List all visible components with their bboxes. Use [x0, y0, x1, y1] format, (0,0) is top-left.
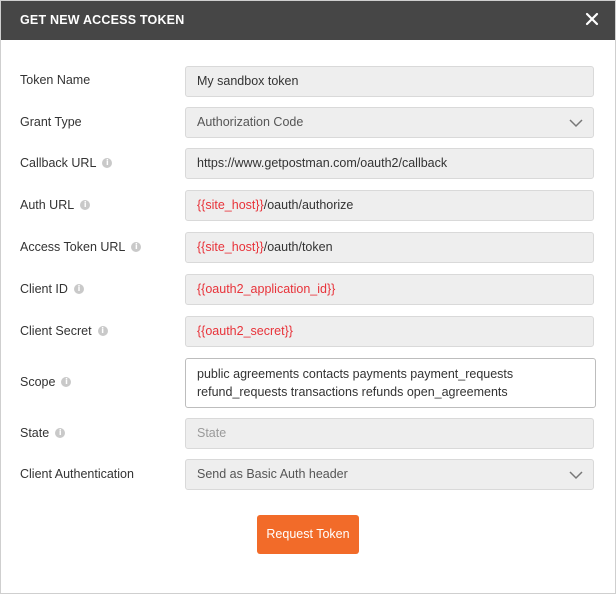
grant-type-value: Authorization Code — [197, 115, 304, 129]
access-token-url-input[interactable]: {{site_host}}/oauth/token — [185, 232, 594, 263]
client-authentication-label: Client Authentication — [20, 467, 134, 481]
client-authentication-value: Send as Basic Auth header — [197, 467, 348, 481]
auth-url-input[interactable]: {{site_host}}/oauth/authorize — [185, 190, 594, 221]
callback-url-label: Callback URL i — [20, 156, 113, 170]
dialog-header: GET NEW ACCESS TOKEN — [1, 1, 615, 40]
scope-line-1: public agreements contacts payments paym… — [197, 367, 514, 381]
info-icon[interactable]: i — [73, 284, 84, 294]
chevron-down-icon — [569, 119, 583, 128]
info-icon[interactable]: i — [55, 428, 66, 438]
callback-url-input[interactable]: https://www.getpostman.com/oauth2/callba… — [185, 148, 594, 179]
get-new-access-token-dialog: GET NEW ACCESS TOKEN Token Name My sandb… — [0, 0, 616, 594]
scope-label: Scope i — [20, 375, 72, 389]
auth-url-label: Auth URL i — [20, 198, 91, 212]
request-token-button[interactable]: Request Token — [257, 515, 359, 554]
state-input[interactable]: State — [185, 418, 594, 449]
info-icon[interactable]: i — [80, 200, 91, 210]
scope-label-text: Scope — [20, 375, 56, 389]
client-authentication-label-text: Client Authentication — [20, 467, 134, 481]
client-secret-label-text: Client Secret — [20, 324, 92, 338]
callback-url-label-text: Callback URL — [20, 156, 97, 170]
scope-textarea[interactable]: public agreements contacts payments paym… — [185, 358, 596, 408]
state-label: State i — [20, 426, 66, 440]
access-token-url-variable: {{site_host}} — [197, 240, 264, 254]
client-id-label: Client ID i — [20, 282, 84, 296]
client-id-label-text: Client ID — [20, 282, 68, 296]
dialog-title: GET NEW ACCESS TOKEN — [20, 13, 185, 27]
auth-url-path: /oauth/authorize — [263, 198, 354, 212]
token-name-input[interactable]: My sandbox token — [185, 66, 594, 97]
info-icon[interactable]: i — [102, 158, 113, 168]
state-label-text: State — [20, 426, 50, 440]
access-token-url-label-text: Access Token URL — [20, 240, 126, 254]
client-secret-variable: {{oauth2_secret}} — [197, 324, 293, 338]
scope-line-2: refund_requests transactions refunds ope… — [197, 385, 508, 399]
client-secret-label: Client Secret i — [20, 324, 108, 338]
info-icon[interactable]: i — [131, 242, 142, 252]
auth-url-label-text: Auth URL — [20, 198, 75, 212]
info-icon[interactable]: i — [61, 377, 72, 387]
token-name-label-text: Token Name — [20, 73, 91, 87]
client-secret-input[interactable]: {{oauth2_secret}} — [185, 316, 594, 347]
client-id-variable: {{oauth2_application_id}} — [197, 282, 336, 296]
token-name-label: Token Name — [20, 73, 90, 87]
info-icon[interactable]: i — [97, 326, 108, 336]
grant-type-label-text: Grant Type — [20, 115, 82, 129]
chevron-down-icon — [569, 471, 583, 480]
access-token-url-path: /oauth/token — [263, 240, 333, 254]
grant-type-label: Grant Type — [20, 115, 82, 129]
close-icon[interactable] — [582, 9, 602, 29]
client-id-input[interactable]: {{oauth2_application_id}} — [185, 274, 594, 305]
client-authentication-select[interactable]: Send as Basic Auth header — [185, 459, 594, 490]
auth-url-variable: {{site_host}} — [197, 198, 264, 212]
grant-type-select[interactable]: Authorization Code — [185, 107, 594, 138]
access-token-url-label: Access Token URL i — [20, 240, 142, 254]
